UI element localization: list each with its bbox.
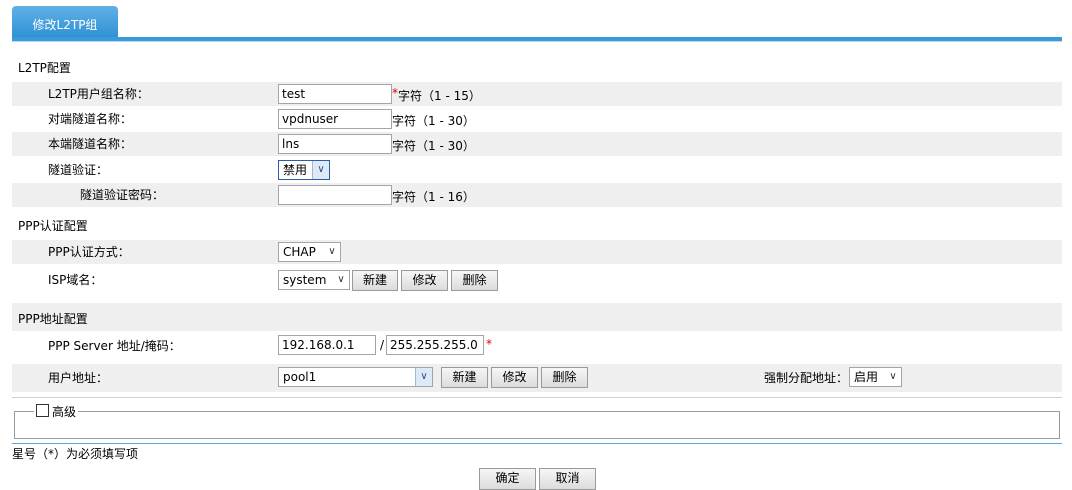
- ppp-server-label: PPP Server 地址/掩码：: [48, 339, 181, 353]
- row-tunnel-pwd: [12, 183, 1062, 207]
- row-group-name: [12, 82, 1062, 106]
- row-ppp-method: [12, 240, 1062, 264]
- isp-edit-button[interactable]: 修改: [401, 270, 448, 291]
- tab-bar: 修改L2TP组: [0, 0, 1072, 44]
- user-addr-value: pool1: [283, 370, 317, 384]
- ppp-server-mask-input[interactable]: [386, 335, 484, 355]
- chevron-down-icon: ∨: [328, 246, 336, 257]
- tab-underline-light: [12, 41, 1062, 42]
- peer-tunnel-hint: 字符（1 - 30）: [392, 114, 475, 128]
- tunnel-auth-select[interactable]: 禁用 ∨: [278, 160, 330, 180]
- required-mark: *: [486, 337, 492, 351]
- isp-new-button[interactable]: 新建: [352, 270, 398, 291]
- group-name-input[interactable]: [278, 84, 392, 104]
- tunnel-pwd-input[interactable]: [278, 185, 392, 205]
- tunnel-auth-label: 隧道验证：: [48, 163, 109, 177]
- tab-edit-l2tp-group[interactable]: 修改L2TP组: [12, 6, 118, 40]
- divider: [12, 397, 1062, 398]
- isp-select[interactable]: system ∨: [278, 270, 350, 290]
- tunnel-auth-value: 禁用: [283, 163, 308, 177]
- isp-delete-button[interactable]: 删除: [451, 270, 498, 291]
- cancel-button[interactable]: 取消: [539, 468, 596, 490]
- group-name-hint: 字符（1 - 15）: [398, 89, 481, 103]
- user-addr-select[interactable]: pool1 ∨: [278, 367, 433, 387]
- user-addr-new-button[interactable]: 新建: [441, 367, 488, 388]
- user-addr-label: 用户地址：: [48, 371, 109, 385]
- user-addr-edit-button[interactable]: 修改: [491, 367, 538, 388]
- user-addr-delete-button[interactable]: 删除: [541, 367, 588, 388]
- section-ppp-addr-title: PPP地址配置: [18, 312, 88, 326]
- ok-button[interactable]: 确定: [479, 468, 536, 490]
- section-ppp-auth-title: PPP认证配置: [18, 219, 88, 233]
- isp-value: system: [283, 273, 327, 287]
- local-tunnel-hint: 字符（1 - 30）: [392, 139, 475, 153]
- local-tunnel-input[interactable]: [278, 134, 392, 154]
- ppp-method-select[interactable]: CHAP ∨: [278, 242, 341, 262]
- advanced-legend[interactable]: 高级: [34, 403, 79, 420]
- section-ppp-addr-bg: [12, 303, 1062, 331]
- advanced-fieldset: [14, 411, 1060, 439]
- tunnel-pwd-label: 隧道验证密码：: [80, 188, 165, 202]
- chevron-down-icon: ∨: [415, 368, 432, 386]
- ppp-method-value: CHAP: [283, 245, 316, 259]
- required-note: 星号（*）为必须填写项: [12, 447, 139, 461]
- peer-tunnel-label: 对端隧道名称：: [48, 112, 133, 126]
- ppp-method-label: PPP认证方式：: [48, 245, 130, 259]
- chevron-down-icon: ∨: [312, 161, 329, 179]
- row-tunnel-auth: [12, 157, 1062, 181]
- row-local-tunnel: [12, 132, 1062, 156]
- ip-mask-separator: /: [380, 338, 385, 352]
- chevron-down-icon: ∨: [889, 371, 897, 382]
- section-l2tp-title: L2TP配置: [18, 61, 71, 75]
- tunnel-pwd-hint: 字符（1 - 16）: [392, 190, 475, 204]
- advanced-checkbox[interactable]: [36, 404, 49, 417]
- row-peer-tunnel: [12, 107, 1062, 131]
- ppp-server-ip-input[interactable]: [278, 335, 376, 355]
- footer-divider: [12, 443, 1062, 444]
- row-isp: [12, 268, 1062, 292]
- isp-label: ISP域名：: [48, 273, 103, 287]
- peer-tunnel-input[interactable]: [278, 109, 392, 129]
- group-name-label: L2TP用户组名称：: [48, 87, 149, 101]
- advanced-label: 高级: [52, 405, 77, 419]
- chevron-down-icon: ∨: [337, 274, 345, 285]
- force-assign-label: 强制分配地址：: [764, 371, 849, 385]
- local-tunnel-label: 本端隧道名称：: [48, 137, 133, 151]
- force-assign-select[interactable]: 启用 ∨: [849, 367, 902, 387]
- force-assign-value: 启用: [854, 370, 879, 384]
